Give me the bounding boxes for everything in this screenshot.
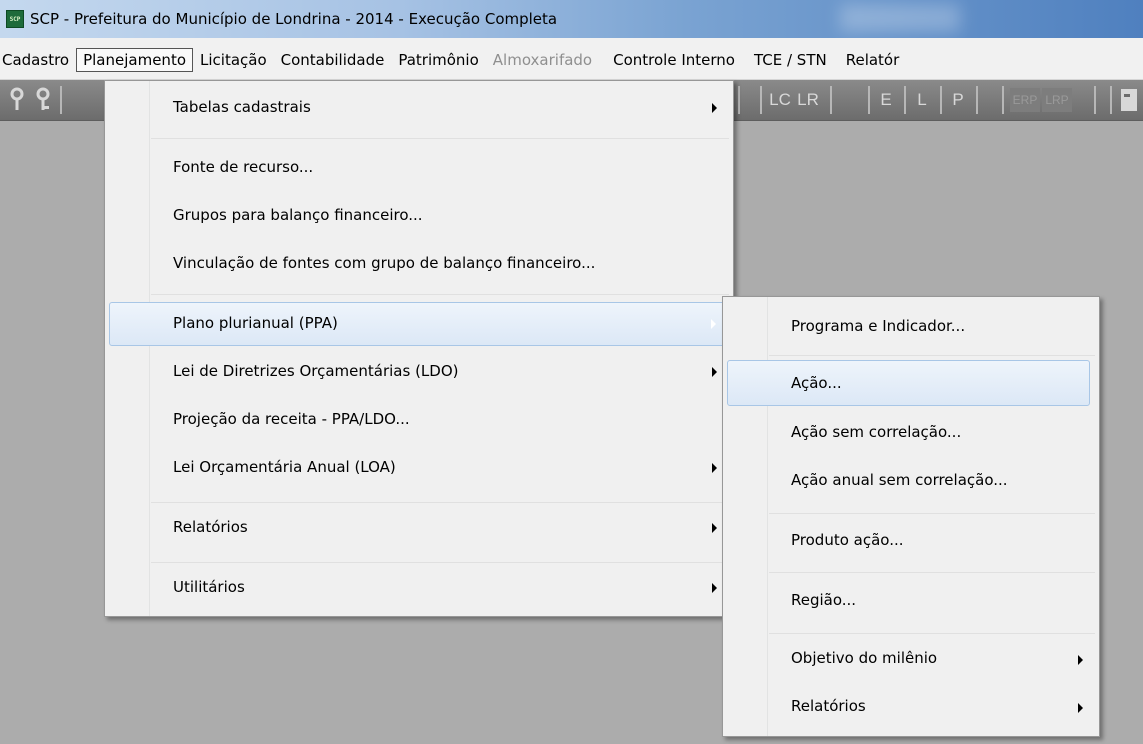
menu-item-ldo[interactable]: Lei de Diretrizes Orçamentárias (LDO) [107,353,731,395]
menu-item-label: Ação anual sem correlação... [791,471,1008,489]
menu-item-label: Lei de Diretrizes Orçamentárias (LDO) [173,362,459,380]
menu-patrimonio[interactable]: Patrimônio [391,48,485,72]
menu-item-label: Grupos para balanço financeiro... [173,206,423,224]
menu-item-label: Programa e Indicador... [791,317,966,335]
menu-contabilidade[interactable]: Contabilidade [274,48,392,72]
menu-item-produto-acao[interactable]: Produto ação... [725,521,1097,565]
menu-item-objetivo-milenio[interactable]: Objetivo do milênio [725,639,1097,683]
page-icon[interactable] [1118,86,1140,114]
menu-separator [769,513,1095,514]
submenu-arrow-icon [712,523,717,533]
menu-separator [151,294,729,295]
menu-item-label: Fonte de recurso... [173,158,314,176]
toolbar-separator [976,86,978,114]
menu-item-utilitarios[interactable]: Utilitários [107,569,731,611]
toolbar-separator [940,86,942,114]
menu-item-label: Plano plurianual (PPA) [173,314,338,332]
menu-item-acao-sem-correlacao[interactable]: Ação sem correlação... [725,413,1097,457]
planejamento-menu: Tabelas cadastrais Fonte de recurso... G… [104,80,734,617]
menu-planejamento[interactable]: Planejamento [76,48,193,72]
menu-item-label: Vinculação de fontes com grupo de balanç… [173,254,596,272]
menu-item-label: Produto ação... [791,531,904,549]
menu-controle-interno[interactable]: Controle Interno [599,48,742,72]
menu-item-acao[interactable]: Ação... [727,360,1090,406]
menu-item-label: Relatórios [173,518,248,536]
submenu-arrow-icon [712,583,717,593]
title-glow [840,4,960,32]
menu-item-projecao-receita[interactable]: Projeção da receita - PPA/LDO... [107,401,731,443]
menu-separator [769,355,1095,356]
menu-tce-stn[interactable]: TCE / STN [742,48,834,72]
menu-relatorios[interactable]: Relatór [834,48,907,72]
toolbar-lrp-button[interactable]: LRP [1042,88,1072,112]
key-icon[interactable] [32,86,54,114]
scp-app-icon[interactable]: SCP [6,10,24,28]
ppa-submenu: Programa e Indicador... Ação... Ação sem… [722,296,1100,737]
submenu-arrow-icon [711,319,716,329]
menu-separator [769,572,1095,573]
toolbar-separator [760,86,762,114]
toolbar-separator [1094,86,1096,114]
toolbar-l-button[interactable]: L [912,88,932,112]
toolbar-p-button[interactable]: P [948,88,968,112]
menu-item-label: Projeção da receita - PPA/LDO... [173,410,410,428]
toolbar-erp-button[interactable]: ERP [1010,88,1040,112]
menu-item-loa[interactable]: Lei Orçamentária Anual (LOA) [107,449,731,491]
toolbar-separator [868,86,870,114]
toolbar-separator [60,86,62,114]
title-bar[interactable]: SCP SCP - Prefeitura do Município de Lon… [0,0,1143,38]
menu-bar: Cadastro Planejamento Licitação Contabil… [0,38,1143,80]
toolbar-separator [738,86,740,114]
menu-item-plano-plurianual[interactable]: Plano plurianual (PPA) [109,302,729,346]
menu-separator [769,633,1095,634]
menu-item-grupos-balanco[interactable]: Grupos para balanço financeiro... [107,195,731,237]
toolbar-separator [904,86,906,114]
menu-item-relatorios[interactable]: Relatórios [107,509,731,551]
submenu-arrow-icon [712,367,717,377]
toolbar-lr-button[interactable]: LR [796,88,820,112]
menu-item-tabelas-cadastrais[interactable]: Tabelas cadastrais [107,87,731,129]
submenu-arrow-icon [1078,703,1083,713]
submenu-arrow-icon [1078,655,1083,665]
menu-item-vinculacao-fontes[interactable]: Vinculação de fontes com grupo de balanç… [107,243,731,285]
menu-item-label: Lei Orçamentária Anual (LOA) [173,458,396,476]
menu-almoxarifado[interactable]: Almoxarifado [486,48,599,72]
menu-separator [151,562,729,563]
menu-item-programa-indicador[interactable]: Programa e Indicador... [725,305,1097,349]
menu-item-label: Ação sem correlação... [791,423,962,441]
menu-separator [151,502,729,503]
menu-separator [151,138,729,139]
toolbar-separator [1002,86,1004,114]
menu-item-label: Objetivo do milênio [791,649,938,667]
toolbar-e-button[interactable]: E [876,88,896,112]
toolbar-separator [1110,86,1112,114]
key-icon[interactable] [6,86,28,114]
toolbar-separator [830,86,832,114]
menu-item-acao-anual-sem-correlacao[interactable]: Ação anual sem correlação... [725,461,1097,505]
menu-item-label: Utilitários [173,578,245,596]
toolbar-lc-button[interactable]: LC [768,88,792,112]
window-title: SCP - Prefeitura do Município de Londrin… [30,10,558,28]
menu-cadastro[interactable]: Cadastro [0,48,76,72]
menu-item-relatorios-ppa[interactable]: Relatórios [725,687,1097,731]
menu-item-label: Tabelas cadastrais [173,98,311,116]
menu-licitacao[interactable]: Licitação [193,48,274,72]
menu-item-regiao[interactable]: Região... [725,581,1097,625]
menu-item-label: Ação... [791,374,842,392]
menu-item-label: Região... [791,591,857,609]
menu-item-label: Relatórios [791,697,866,715]
menu-item-fonte-recurso[interactable]: Fonte de recurso... [107,147,731,189]
submenu-arrow-icon [712,463,717,473]
submenu-arrow-icon [712,103,717,113]
